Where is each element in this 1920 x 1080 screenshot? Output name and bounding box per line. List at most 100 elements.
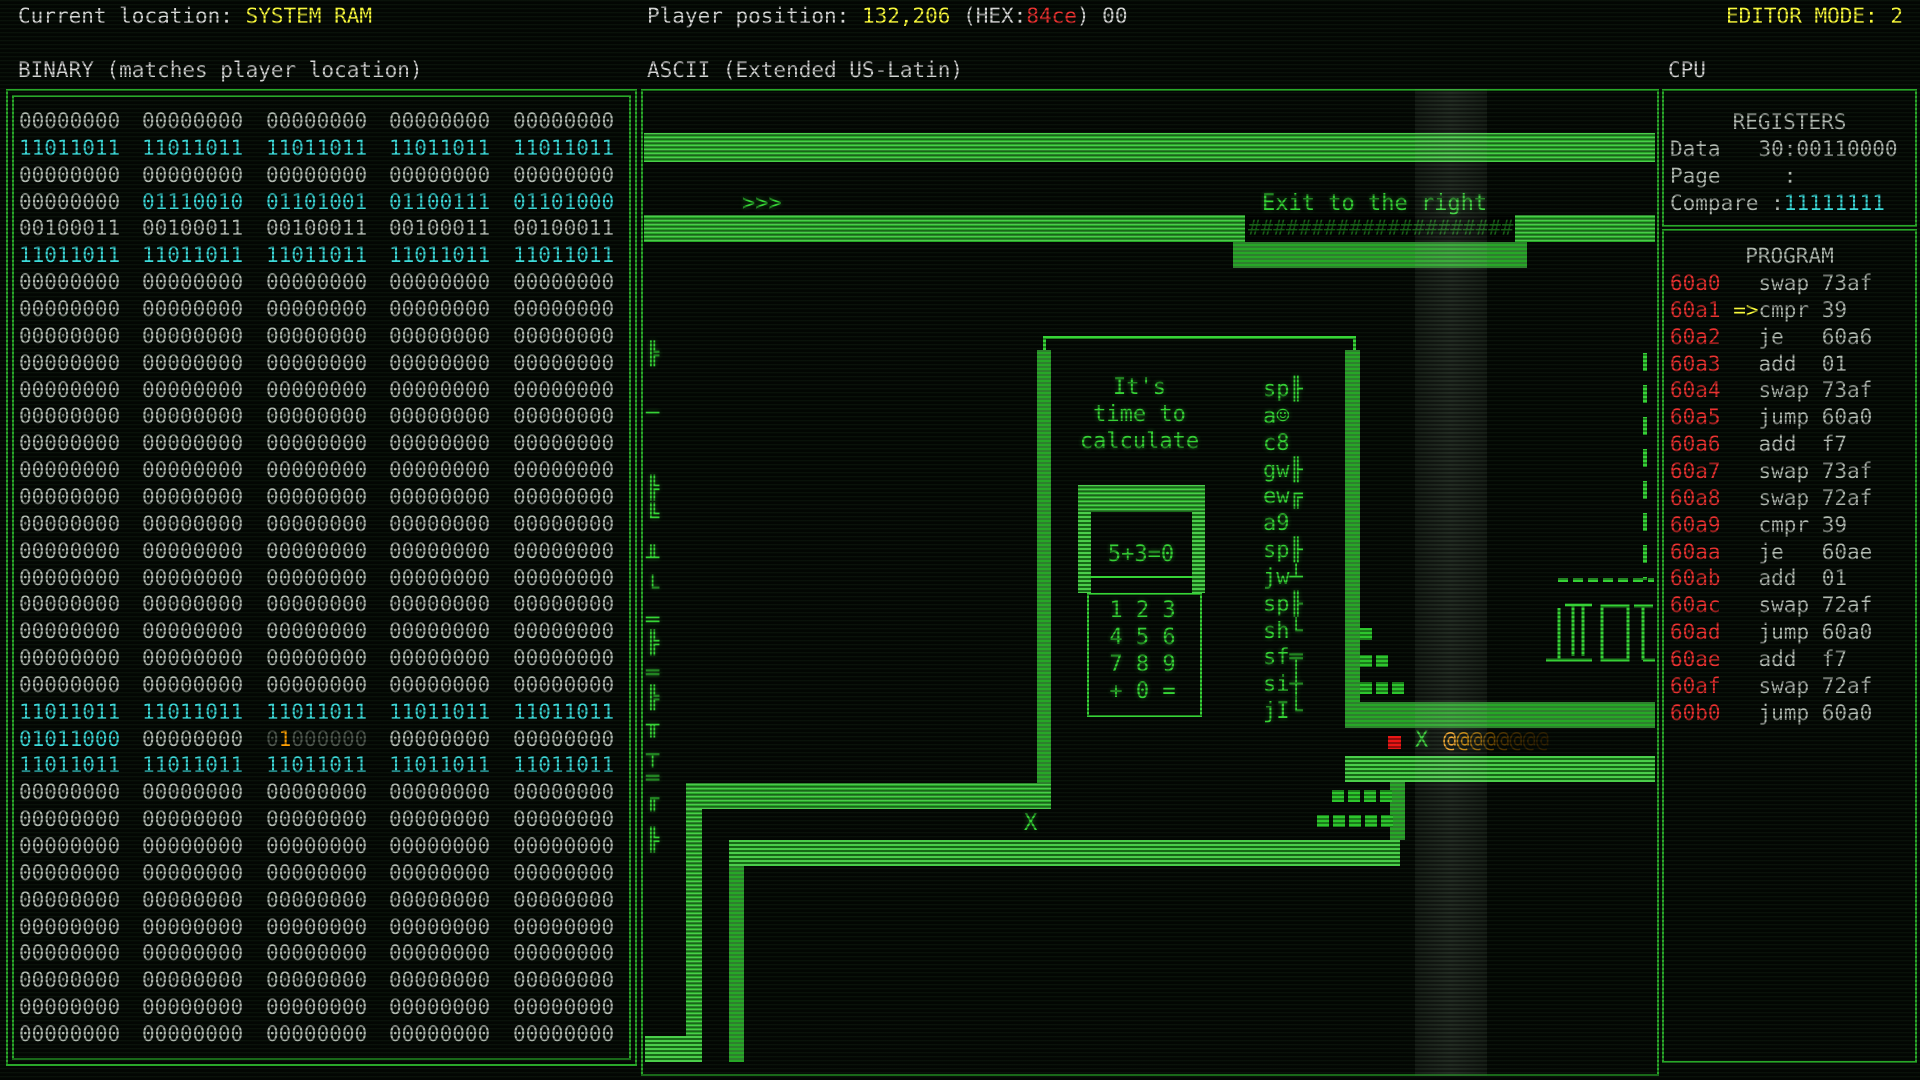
binary-octet: 00000000 bbox=[19, 645, 120, 672]
binary-octet: 00000000 bbox=[389, 162, 490, 189]
binary-octet: 00000000 bbox=[19, 350, 120, 377]
binary-octet: 00000000 bbox=[266, 296, 367, 323]
binary-octet: 00000000 bbox=[266, 457, 367, 484]
binary-octet: 00000000 bbox=[19, 484, 120, 511]
binary-octet: 00000000 bbox=[389, 726, 490, 753]
binary-octet: 00000000 bbox=[513, 591, 614, 618]
corridor-bar-long bbox=[729, 840, 1400, 866]
binary-octet: 00000000 bbox=[142, 1021, 243, 1048]
hex-value: 84ce bbox=[1026, 4, 1077, 28]
binary-octet: 00000000 bbox=[142, 377, 243, 404]
room-top-line bbox=[1043, 336, 1356, 339]
binary-octet: 00100011 bbox=[19, 215, 120, 242]
register-label-value: Page : bbox=[1670, 164, 1796, 188]
program-address: 60ac bbox=[1670, 593, 1733, 617]
binary-octet: 00000000 bbox=[389, 994, 490, 1021]
instruction-pointer-icon: => bbox=[1733, 298, 1758, 322]
corridor-bar-upper-right bbox=[1345, 702, 1655, 728]
game-screen: Current location: SYSTEM RAM Player posi… bbox=[0, 0, 1920, 1080]
position-value: 132,206 bbox=[862, 4, 951, 28]
binary-octet: 00000000 bbox=[19, 377, 120, 404]
binary-panel-title: BINARY (matches player location) bbox=[18, 57, 423, 84]
instruction-pointer-spacer bbox=[1733, 647, 1758, 671]
binary-octet: 00000000 bbox=[389, 457, 490, 484]
register-compare-value: 11111111 bbox=[1784, 191, 1885, 215]
binary-octet: 00000000 bbox=[266, 108, 367, 135]
corridor-stub-down bbox=[1390, 782, 1405, 840]
wall-glyph: ╓ bbox=[646, 786, 659, 813]
binary-octet: 00000000 bbox=[142, 591, 243, 618]
program-row: 60ad jump 60a0 bbox=[1670, 619, 1872, 646]
binary-octet: 00000000 bbox=[389, 645, 490, 672]
editor-mode: EDITOR MODE: 2 bbox=[1726, 3, 1903, 30]
binary-octet: 00000000 bbox=[513, 967, 614, 994]
corridor-bar-right-of-exit bbox=[1515, 215, 1655, 242]
binary-octet: 00000000 bbox=[266, 403, 367, 430]
program-row: 60a9 cmpr 39 bbox=[1670, 512, 1847, 539]
binary-octet: 00000000 bbox=[142, 430, 243, 457]
program-address: 60a9 bbox=[1670, 513, 1733, 537]
corridor-bar-mid bbox=[686, 783, 1051, 809]
binary-octet: 00000000 bbox=[142, 484, 243, 511]
binary-octet: 00000000 bbox=[19, 323, 120, 350]
binary-octet: 00000000 bbox=[513, 779, 614, 806]
binary-octet: 00000000 bbox=[266, 994, 367, 1021]
program-address: 60a5 bbox=[1670, 405, 1733, 429]
binary-bit: 0 bbox=[317, 727, 330, 751]
binary-octet: 00000000 bbox=[19, 189, 120, 216]
instruction-pointer-spacer bbox=[1733, 620, 1758, 644]
binary-octet: 00000000 bbox=[19, 806, 120, 833]
program-address: 60a0 bbox=[1670, 271, 1733, 295]
binary-octet: 00000000 bbox=[142, 162, 243, 189]
binary-octet: 00000000 bbox=[513, 377, 614, 404]
binary-octet: 11011011 bbox=[142, 242, 243, 269]
program-instruction: je 60a6 bbox=[1759, 325, 1873, 349]
binary-octet: 00000000 bbox=[389, 430, 490, 457]
binary-octet: 00100011 bbox=[142, 215, 243, 242]
instruction-pointer-spacer bbox=[1733, 540, 1758, 564]
binary-octet: 00000000 bbox=[266, 162, 367, 189]
binary-octet: 00000000 bbox=[389, 296, 490, 323]
wall-glyph: ╚ bbox=[646, 503, 659, 530]
map-block bbox=[1348, 790, 1360, 802]
binary-octet: 11011011 bbox=[19, 242, 120, 269]
at-trail-char: @ bbox=[1496, 728, 1509, 753]
binary-octet: 00000000 bbox=[19, 538, 120, 565]
binary-octet: 00000000 bbox=[19, 457, 120, 484]
binary-octet: 00000000 bbox=[513, 350, 614, 377]
program-instruction: add f7 bbox=[1759, 647, 1848, 671]
binary-octet: 11011011 bbox=[142, 699, 243, 726]
program-instruction: jump 60a0 bbox=[1759, 405, 1873, 429]
player-marker[interactable]: X bbox=[1415, 727, 1428, 754]
binary-octet: 00000000 bbox=[389, 940, 490, 967]
binary-octet: 11011011 bbox=[142, 752, 243, 779]
binary-octet: 00000000 bbox=[266, 430, 367, 457]
binary-octet: 00000000 bbox=[389, 538, 490, 565]
instruction-pointer-spacer bbox=[1733, 674, 1758, 698]
binary-octet: 00000000 bbox=[266, 618, 367, 645]
cpu-panel-title: CPU bbox=[1668, 57, 1706, 84]
binary-octet: 00000000 bbox=[513, 940, 614, 967]
binary-bit: 0 bbox=[266, 727, 279, 751]
binary-octet: 00000000 bbox=[266, 323, 367, 350]
program-instruction: swap 73af bbox=[1759, 459, 1873, 483]
map-block bbox=[1392, 682, 1404, 694]
binary-octet: 00000000 bbox=[142, 618, 243, 645]
binary-octet: 00000000 bbox=[513, 538, 614, 565]
keypad-row: 1 2 3 bbox=[1089, 597, 1196, 624]
instruction-pointer-spacer bbox=[1733, 459, 1758, 483]
binary-octet: 11011011 bbox=[513, 135, 614, 162]
program-row: 60a8 swap 72af bbox=[1670, 485, 1872, 512]
enemy-red-square bbox=[1388, 736, 1401, 749]
binary-octet: 01101000 bbox=[513, 189, 614, 216]
binary-octet-cursor: 01000000 bbox=[266, 726, 367, 753]
binary-octet: 00000000 bbox=[389, 860, 490, 887]
binary-octet: 00000000 bbox=[266, 269, 367, 296]
binary-octet: 00000000 bbox=[19, 591, 120, 618]
binary-octet: 00000000 bbox=[389, 403, 490, 430]
binary-octet: 00000000 bbox=[513, 914, 614, 941]
binary-octet: 00000000 bbox=[513, 162, 614, 189]
binary-octet: 00000000 bbox=[19, 1021, 120, 1048]
map-block bbox=[1360, 682, 1372, 694]
binary-octet: 00000000 bbox=[19, 511, 120, 538]
